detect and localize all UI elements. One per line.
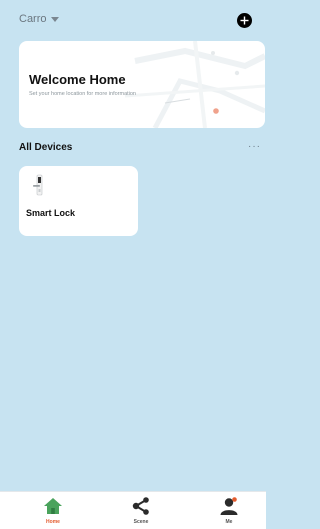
devices-section-header: All Devices ··· — [19, 142, 265, 156]
home-selector[interactable]: Carro — [19, 13, 59, 25]
user-icon — [220, 497, 238, 515]
device-card-smart-lock[interactable]: Smart Lock — [19, 166, 138, 236]
add-button[interactable] — [237, 13, 252, 28]
caret-down-icon — [50, 17, 59, 22]
top-bar: Carro — [0, 0, 266, 40]
device-name: Smart Lock — [26, 208, 76, 218]
tab-label: Home — [46, 519, 60, 525]
tab-label: Scene — [133, 519, 149, 525]
more-options-button[interactable]: ··· — [248, 142, 261, 152]
welcome-title: Welcome Home — [29, 72, 126, 87]
home-name: Carro — [19, 13, 47, 25]
tab-label: Me — [225, 519, 233, 525]
tab-bar: Home Scene Me — [0, 491, 266, 529]
map-illustration — [125, 41, 265, 128]
share-nodes-icon — [132, 497, 149, 515]
tab-scene[interactable]: Scene — [111, 492, 171, 529]
smart-lock-icon — [33, 174, 43, 196]
welcome-card[interactable]: Welcome Home Set your home location for … — [19, 41, 265, 128]
section-title: All Devices — [19, 142, 73, 153]
plus-circle-icon — [240, 16, 249, 25]
home-icon — [44, 498, 62, 514]
tab-me[interactable]: Me — [199, 492, 259, 529]
tab-home[interactable]: Home — [23, 492, 83, 529]
welcome-subtitle: Set your home location for more informat… — [29, 91, 136, 97]
